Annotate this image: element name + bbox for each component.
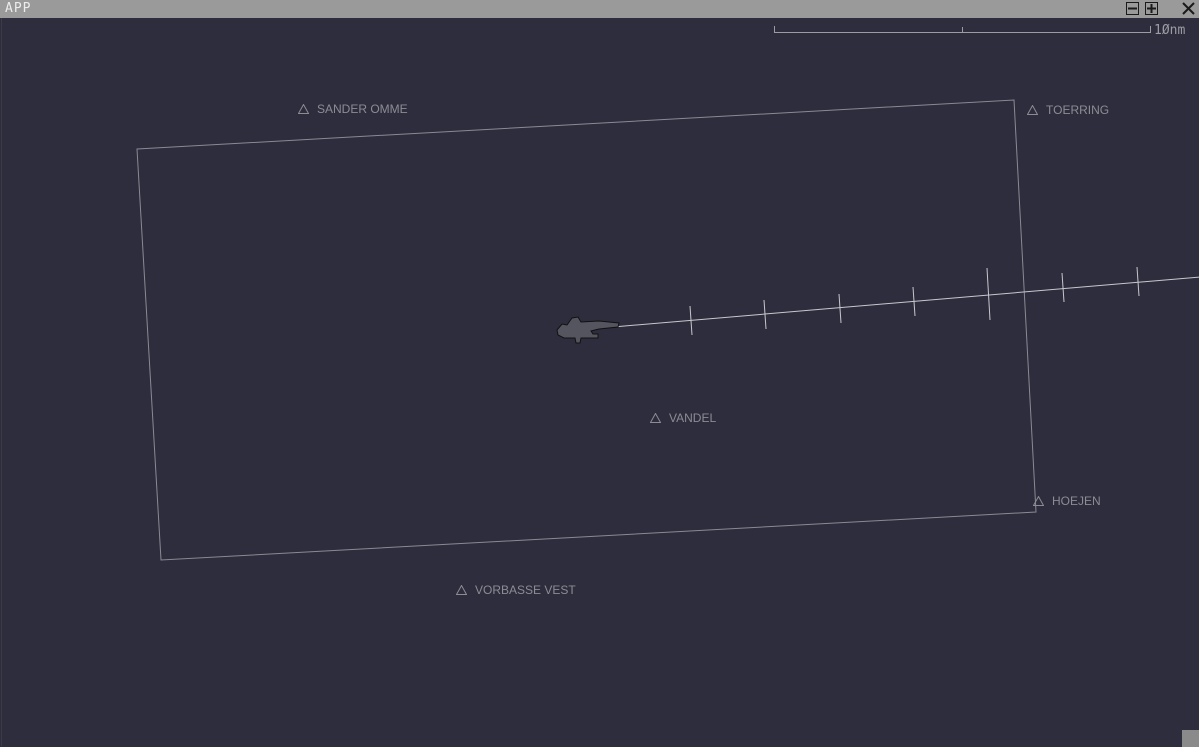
fix-label: TOERRING xyxy=(1046,103,1110,117)
fix-vandel: VANDEL xyxy=(650,411,716,425)
scale-bar-label: 1Ønm xyxy=(1154,23,1186,38)
fix-vorbasse-vest: VORBASSE VEST xyxy=(456,583,576,597)
scale-bar xyxy=(774,26,1151,33)
radar-map xyxy=(136,26,1199,561)
triangle-waypoint-icon xyxy=(1027,105,1038,115)
resize-grip[interactable] xyxy=(1182,730,1199,747)
aircraft-silhouette-icon[interactable] xyxy=(556,316,620,344)
fix-toerring: TOERRING xyxy=(1027,103,1109,117)
app-window: APP 1Ønm SANDER OMME TOERRING VANDEL HOE… xyxy=(0,0,1199,747)
fix-hoejen: HOEJEN xyxy=(1033,494,1101,508)
track-line xyxy=(612,266,1199,336)
fix-sander-omme: SANDER OMME xyxy=(298,102,408,116)
fix-label: VANDEL xyxy=(669,411,717,425)
triangle-waypoint-icon xyxy=(456,585,467,595)
radar-scope[interactable]: 1Ønm SANDER OMME TOERRING VANDEL HOEJEN … xyxy=(1,18,1199,746)
triangle-waypoint-icon xyxy=(650,413,661,423)
triangle-waypoint-icon xyxy=(298,104,309,114)
fix-label: SANDER OMME xyxy=(317,102,408,116)
fix-label: HOEJEN xyxy=(1052,494,1101,508)
fix-label: VORBASSE VEST xyxy=(475,583,576,597)
triangle-waypoint-icon xyxy=(1033,496,1044,506)
